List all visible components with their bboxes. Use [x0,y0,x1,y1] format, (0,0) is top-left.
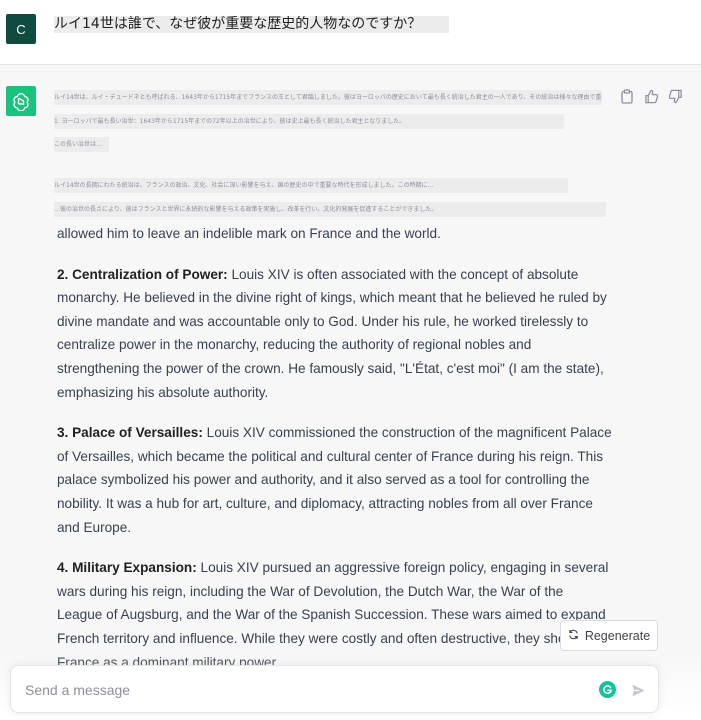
user-avatar: C [6,14,36,44]
point-3-heading: 3. Palace of Versailles: [57,425,203,441]
user-message-text: ルイ14世は誰で、なぜ彼が重要な歴史的人物なのですか？ [54,16,449,33]
message-input[interactable] [23,679,587,701]
message-actions [618,87,684,105]
chatgpt-logo-icon [6,86,36,116]
point-2-heading: 2. Centralization of Power: [57,266,228,282]
assistant-response-body: allowed him to leave an indelible mark o… [57,222,612,691]
regenerate-label: Regenerate [584,628,651,643]
message-composer [10,665,659,713]
faded-text-line: この長い治世は… [54,137,109,152]
grammarly-icon[interactable] [599,681,616,698]
clipboard-icon[interactable] [618,87,636,105]
thumbs-up-icon[interactable] [642,87,660,105]
point-4-heading: 4. Military Expansion: [57,560,197,576]
point-2-text: Louis XIV is often associated with the c… [57,266,607,400]
send-icon[interactable] [628,680,648,700]
paragraph-1-tail: allowed him to leave an indelible mark o… [57,226,441,241]
point-3-text: Louis XIV commissioned the construction … [57,425,612,535]
refresh-icon [568,629,579,643]
faded-text-line: …彼の治世の長さにより、彼はフランスと世界に永続的な影響を与える政策を実施し、改… [54,202,606,217]
faded-text-line: 1. ヨーロッパで最も長い治世：1643年から1715年までの72年以上の治世に… [54,114,564,129]
point-3: 3. Palace of Versailles: Louis XIV commi… [57,421,612,539]
user-message-row: C ルイ14世は誰で、なぜ彼が重要な歴史的人物なのですか？ [0,0,701,65]
thumbs-down-icon[interactable] [666,87,684,105]
point-4-text: Louis XIV pursued an aggressive foreign … [57,560,612,669]
regenerate-button[interactable]: Regenerate [560,620,658,651]
faded-text-line: ルイ14世は、ルイ・デュードネとも呼ばれる、1643年から1715年までフランス… [54,90,602,105]
point-2: 2. Centralization of Power: Louis XIV is… [57,263,612,405]
faded-text-line: ルイ14世の長期にわたる統治は、フランスの政治、文化、社会に深い影響を与え、国の… [54,178,568,193]
